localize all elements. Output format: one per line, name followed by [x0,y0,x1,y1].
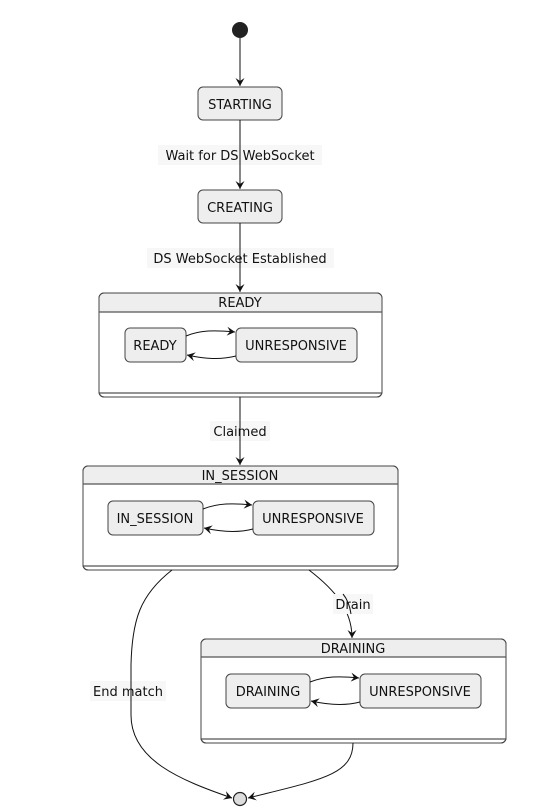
composite-draining[interactable]: DRAINING DRAINING UNRESPONSIVE [200,638,507,744]
initial-node [232,22,248,38]
state-creating-label: CREATING [207,201,273,216]
state-in-session-inner[interactable]: IN_SESSION [107,500,204,536]
state-creating[interactable]: CREATING [197,189,283,224]
state-ready-unresponsive[interactable]: UNRESPONSIVE [235,327,358,363]
edge-draining-to-end [247,742,354,801]
composite-in-session-title: IN_SESSION [202,469,279,484]
state-ready-inner-label: READY [133,339,176,354]
state-ready-unresponsive-label: UNRESPONSIVE [245,339,347,354]
state-starting[interactable]: STARTING [197,86,283,121]
transition-label-end-match: End match [90,681,166,701]
state-draining-inner-label: DRAINING [236,685,301,700]
state-diagram: STARTING Wait for DS WebSocket CREATING … [82,22,507,807]
state-ready-inner[interactable]: READY [124,327,187,363]
transition-label-drain: Drain [333,594,373,614]
label-end-match: End match [93,685,163,700]
final-node [232,791,248,807]
state-draining-unresponsive[interactable]: UNRESPONSIVE [359,673,482,709]
composite-draining-title: DRAINING [321,642,386,657]
state-draining-inner[interactable]: DRAINING [225,673,311,709]
state-in-session-inner-label: IN_SESSION [117,512,194,527]
composite-ready[interactable]: READY READY UNRESPONSIVE [98,292,383,398]
state-in-session-unresponsive-label: UNRESPONSIVE [262,512,364,527]
label-drain: Drain [335,598,370,613]
composite-ready-title: READY [218,296,261,311]
state-draining-unresponsive-label: UNRESPONSIVE [369,685,471,700]
state-starting-label: STARTING [208,98,272,113]
composite-in-session[interactable]: IN_SESSION IN_SESSION UNRESPONSIVE [82,465,399,571]
state-in-session-unresponsive[interactable]: UNRESPONSIVE [252,500,375,536]
